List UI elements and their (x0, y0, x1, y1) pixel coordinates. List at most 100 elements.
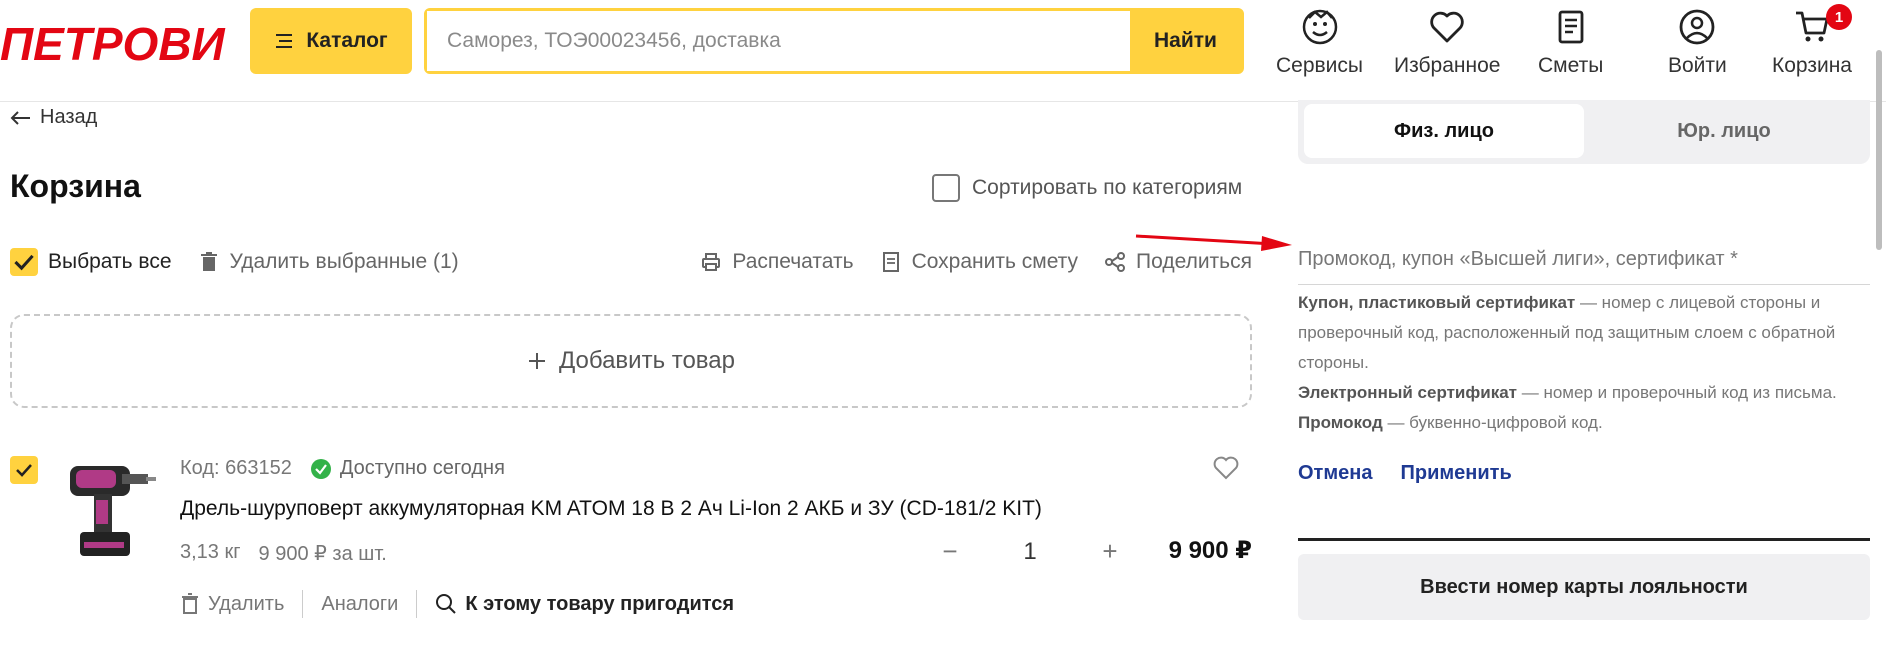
product-details: 3,13 кг 9 900 ₽ за шт. (180, 541, 387, 566)
select-all-label: Выбрать все (48, 250, 172, 273)
product-weight: 3,13 кг (180, 541, 241, 563)
loyalty-card-button[interactable]: Ввести номер карты лояльности (1298, 554, 1870, 620)
delete-selected-label: Удалить выбранные (1) (229, 250, 459, 273)
product-meta: Код: 663152 Доступно сегодня (180, 457, 505, 480)
help-term-promo: Промокод (1298, 413, 1383, 432)
help-term-e-cert: Электронный сертификат (1298, 383, 1517, 402)
cancel-button[interactable]: Отмена (1298, 462, 1372, 485)
catalog-label: Каталог (306, 29, 388, 52)
search-input[interactable] (427, 11, 1130, 71)
search-bar: Найти (424, 8, 1244, 74)
promo-code-field-label[interactable]: Промокод, купон «Высшей лиги», сертифика… (1298, 248, 1738, 271)
availability-status: Доступно сегодня (310, 457, 505, 480)
help-desc-promo: — буквенно-цифровой код. (1382, 413, 1603, 432)
section-divider (1298, 538, 1870, 541)
check-icon (14, 254, 34, 271)
delete-product-label: Удалить (208, 592, 285, 615)
help-line-promo: Промокод — буквенно-цифровой код. (1298, 408, 1878, 438)
page-scrollbar[interactable] (1876, 50, 1882, 250)
nav-services-label: Сервисы (1276, 54, 1364, 77)
sort-label: Сортировать по категориям (972, 176, 1243, 199)
save-estimate-label: Сохранить смету (911, 250, 1079, 273)
save-estimate-button[interactable]: Сохранить смету (880, 250, 1078, 274)
page-title: Корзина (10, 168, 141, 204)
analogs-link[interactable]: Аналоги (321, 593, 398, 616)
customer-type-tabs: Физ. лицо Юр. лицо (1298, 100, 1870, 164)
product-checkbox[interactable] (10, 456, 38, 484)
product-actions: Удалить Аналоги К этому товару пригодитс… (180, 590, 734, 618)
share-button[interactable]: Поделиться (1104, 250, 1252, 274)
mascot-icon (1302, 9, 1337, 45)
trash-icon (200, 252, 217, 271)
divider (416, 590, 418, 618)
back-link[interactable]: Назад (10, 106, 97, 129)
nav-favorites[interactable]: Избранное (1394, 8, 1500, 78)
back-label: Назад (40, 106, 98, 128)
nav-favorites-label: Избранное (1394, 54, 1501, 77)
help-line-e-cert: Электронный сертификат — номер и проверо… (1298, 378, 1878, 408)
apply-button[interactable]: Применить (1400, 462, 1511, 485)
tab-legal-entity[interactable]: Юр. лицо (1584, 104, 1864, 158)
arrow-left-icon (10, 110, 30, 125)
print-button[interactable]: Распечатать (700, 250, 854, 274)
quantity-value[interactable]: 1 (980, 538, 1080, 566)
select-all[interactable]: Выбрать все (10, 248, 172, 276)
add-product-button[interactable]: Добавить товар (10, 314, 1252, 408)
trash-icon (182, 593, 198, 614)
increment-button[interactable]: + (1080, 536, 1140, 567)
petrovich-logo[interactable]: ПЕТРОВИЧ (0, 10, 228, 74)
search-icon (436, 594, 457, 614)
add-to-favorites-heart-icon[interactable] (1213, 456, 1239, 480)
heart-icon (1430, 11, 1464, 43)
nav-estimates[interactable]: Сметы (1538, 8, 1603, 78)
add-product-label: Добавить товар (559, 347, 735, 374)
check-icon (16, 464, 32, 477)
sort-checkbox[interactable] (932, 174, 960, 202)
divider (302, 590, 304, 618)
menu-icon (276, 34, 293, 48)
related-products-label: К этому товару пригодится (465, 592, 735, 615)
help-term-coupon: Купон, пластиковый сертификат (1298, 293, 1576, 312)
printer-icon (702, 253, 721, 271)
select-all-checkbox[interactable] (10, 248, 38, 276)
red-arrow-annotation (1135, 234, 1292, 251)
unit-price: 9 900 ₽ за шт. (258, 543, 387, 565)
site-header: ПЕТРОВИЧ Каталог Найти Сервисы Избранное (0, 0, 1886, 102)
nav-cart-label: Корзина (1772, 54, 1852, 77)
help-line-coupon: Купон, пластиковый сертификат — номер с … (1298, 288, 1878, 378)
document-icon (882, 252, 899, 272)
nav-login[interactable]: Войти (1668, 8, 1727, 78)
delete-selected-button[interactable]: Удалить выбранные (1) (198, 250, 459, 274)
share-icon (1105, 252, 1126, 272)
print-label: Распечатать (732, 250, 854, 273)
check-circle-icon (310, 458, 331, 479)
sort-by-category[interactable]: Сортировать по категориям (932, 174, 1242, 202)
user-icon (1679, 9, 1715, 45)
share-label: Поделиться (1136, 250, 1252, 273)
logo-text: ПЕТРОВИЧ (0, 18, 228, 70)
help-desc-e-cert: — номер и проверочный код из письма. (1517, 383, 1837, 402)
decrement-button[interactable]: − (920, 536, 980, 567)
cart-toolbar: Выбрать все Удалить выбранные (1) Распеч… (10, 246, 1252, 278)
quantity-stepper: − 1 + (920, 536, 1140, 567)
document-icon (1558, 10, 1584, 44)
nav-login-label: Войти (1668, 54, 1727, 77)
plus-icon (529, 353, 545, 369)
cart-count-badge: 1 (1826, 4, 1852, 30)
promo-code-input-underline[interactable] (1298, 284, 1870, 285)
product-name-link[interactable]: Дрель-шуруповерт аккумуляторная KM ATOM … (180, 497, 1042, 521)
total-price: 9 900 ₽ (1168, 537, 1252, 564)
catalog-button[interactable]: Каталог (250, 8, 412, 74)
nav-services[interactable]: Сервисы (1276, 8, 1363, 78)
nav-cart[interactable]: Корзина 1 (1772, 4, 1852, 78)
product-image[interactable] (60, 456, 156, 564)
nav-estimates-label: Сметы (1538, 54, 1604, 77)
promo-help-text: Купон, пластиковый сертификат — номер с … (1298, 288, 1878, 438)
delete-product-button[interactable]: Удалить (180, 593, 284, 616)
related-products-link[interactable]: К этому товару пригодится (435, 593, 734, 616)
promo-actions: Отмена Применить (1298, 462, 1512, 485)
search-button[interactable]: Найти (1130, 11, 1241, 71)
availability-label: Доступно сегодня (339, 457, 505, 479)
product-code: Код: 663152 (180, 457, 292, 479)
tab-individual[interactable]: Физ. лицо (1304, 104, 1584, 158)
